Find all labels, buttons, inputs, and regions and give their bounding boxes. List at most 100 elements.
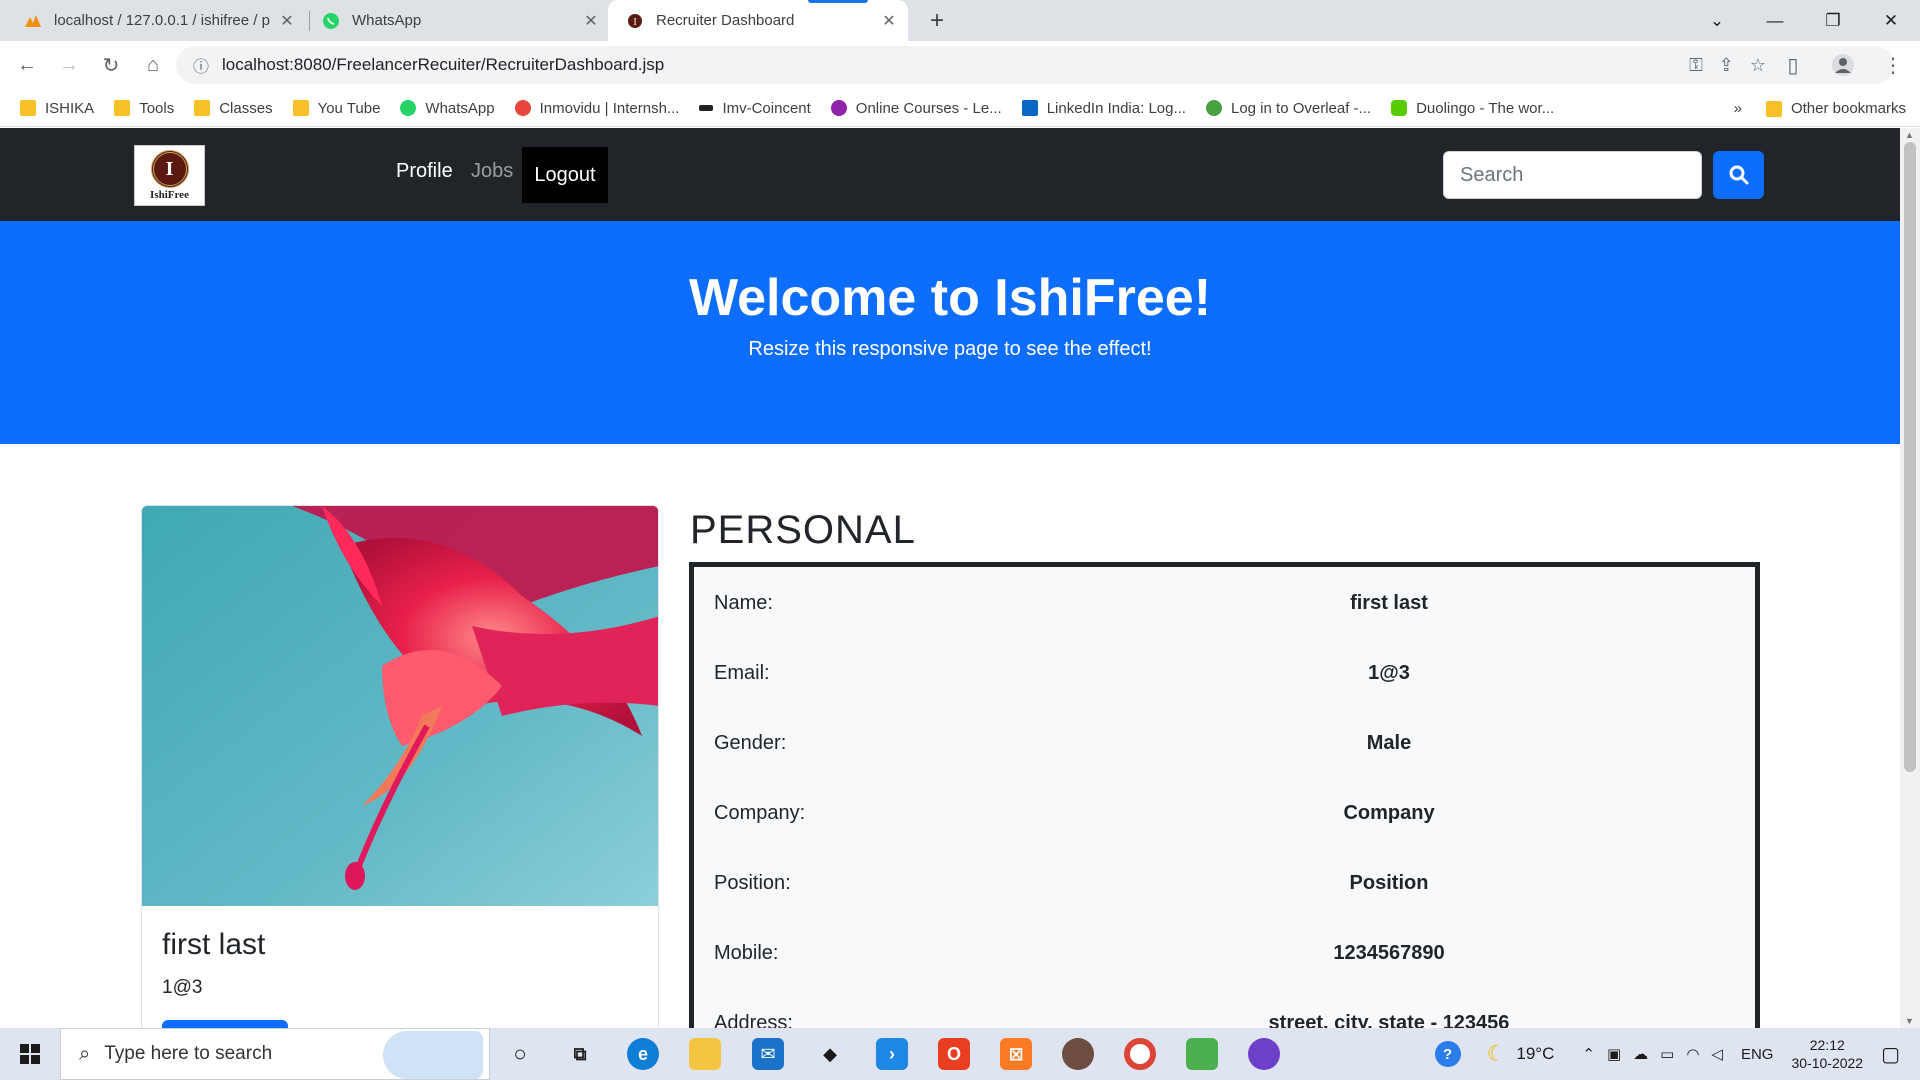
site-logo[interactable]: I IshiFree: [134, 145, 205, 206]
close-window-button[interactable]: ✕: [1862, 0, 1920, 41]
search-input[interactable]: [1443, 151, 1702, 199]
github-desktop-icon[interactable]: [1248, 1038, 1280, 1070]
tray-chevron-icon[interactable]: ⌃: [1582, 1045, 1595, 1063]
back-button[interactable]: ←: [8, 47, 46, 85]
bookmark-item[interactable]: Imv-Coincent: [699, 100, 811, 117]
search-button[interactable]: [1713, 151, 1764, 199]
info-value: Male: [1366, 731, 1412, 754]
start-button[interactable]: [0, 1028, 60, 1080]
powershell-icon[interactable]: ›: [876, 1038, 908, 1070]
bookmark-label: Tools: [139, 99, 175, 117]
bookmark-item[interactable]: LinkedIn India: Log...: [1021, 100, 1186, 117]
info-label: Address:: [714, 1011, 793, 1029]
page-scrollbar[interactable]: ▲ ▼: [1900, 128, 1920, 1028]
key-icon[interactable]: ⚿: [1689, 55, 1703, 76]
app-icon[interactable]: [1062, 1038, 1094, 1070]
phpmyadmin-icon: [24, 12, 42, 30]
overleaf-icon: [1205, 100, 1222, 116]
bookmark-item[interactable]: ISHIKA: [20, 100, 94, 117]
bookmark-item[interactable]: Log in to Overleaf -...: [1205, 100, 1371, 117]
browser-tab-strip: localhost / 127.0.0.1 / ishifree / p ✕ W…: [0, 0, 1920, 41]
tab-whatsapp[interactable]: WhatsApp ✕: [318, 0, 608, 41]
clock-date: 30-10-2022: [1791, 1055, 1864, 1071]
site-navbar: I IshiFree Profile Jobs Logout: [0, 128, 1900, 221]
nav-profile-link[interactable]: Profile: [396, 160, 453, 183]
scroll-up-icon[interactable]: ▲: [1905, 130, 1914, 140]
address-bar[interactable]: ⓘ localhost:8080/FreelancerRecuiter/Recr…: [176, 46, 1894, 84]
share-icon[interactable]: ⇪: [1719, 55, 1734, 76]
windows-icon: [20, 1044, 40, 1064]
bookmark-item[interactable]: Inmovidu | Internsh...: [514, 100, 679, 117]
bookmarks-overflow-button[interactable]: »: [1734, 100, 1742, 117]
task-view-icon[interactable]: ⧉: [564, 1038, 596, 1070]
close-icon[interactable]: ✕: [580, 10, 602, 32]
taskbar-search-box[interactable]: ⌕ Type here to search: [60, 1028, 490, 1080]
info-row-address: Address: street, city, state - 123456: [694, 988, 1755, 1029]
whatsapp-icon: [322, 12, 340, 30]
bookmark-star-icon[interactable]: ☆: [1750, 55, 1766, 76]
xampp-icon[interactable]: ⊠: [1000, 1038, 1032, 1070]
other-bookmarks[interactable]: Other bookmarks: [1765, 100, 1906, 117]
close-icon[interactable]: ✕: [276, 10, 298, 32]
site-info-icon[interactable]: ⓘ: [186, 53, 216, 77]
image-app-icon[interactable]: [1186, 1038, 1218, 1070]
cortana-icon[interactable]: ○: [504, 1038, 536, 1070]
volume-icon[interactable]: ◁: [1711, 1045, 1723, 1063]
edge-icon[interactable]: e: [627, 1038, 659, 1070]
profile-avatar-icon[interactable]: [1824, 46, 1862, 84]
close-icon[interactable]: ✕: [878, 10, 900, 32]
logo-seal: I: [150, 150, 189, 188]
minimize-button[interactable]: —: [1746, 0, 1804, 41]
new-tab-button[interactable]: +: [922, 6, 952, 36]
info-label: Mobile:: [714, 941, 779, 964]
clock[interactable]: 22:12 30-10-2022: [1791, 1036, 1863, 1072]
info-value: 1234567890: [1333, 941, 1445, 964]
menu-kebab-icon[interactable]: ⋮: [1874, 46, 1912, 84]
system-tray: ? ☾ 19°C ⌃ ▣ ☁ ▭ ◠ ◁ ENG 22:12 30-10-202…: [1434, 1028, 1920, 1080]
nav-jobs-link[interactable]: Jobs: [471, 160, 513, 183]
tab-phpmyadmin[interactable]: localhost / 127.0.0.1 / ishifree / p ✕: [14, 0, 304, 41]
tab-search-icon[interactable]: ⌄: [1688, 0, 1746, 41]
inmovidu-icon: [514, 100, 531, 116]
wifi-icon[interactable]: ◠: [1686, 1045, 1699, 1063]
file-explorer-icon[interactable]: [689, 1038, 721, 1070]
weather-temp[interactable]: 19°C: [1516, 1044, 1554, 1064]
scrollbar-thumb[interactable]: [1904, 142, 1916, 772]
bookmark-item[interactable]: Duolingo - The wor...: [1391, 100, 1554, 117]
info-value: Position: [1349, 871, 1429, 894]
bookmark-item[interactable]: You Tube: [292, 100, 380, 117]
battery-icon[interactable]: ▭: [1660, 1045, 1674, 1063]
help-icon[interactable]: ?: [1434, 1041, 1461, 1067]
search-highlight-art: [383, 1031, 483, 1079]
mail-icon[interactable]: ✉: [752, 1038, 784, 1070]
profile-action-button[interactable]: [162, 1020, 288, 1028]
home-button[interactable]: ⌂: [134, 47, 172, 85]
tab-recruiter-dashboard[interactable]: I Recruiter Dashboard ✕: [608, 0, 908, 41]
meet-icon[interactable]: ▣: [1607, 1045, 1621, 1063]
reload-button[interactable]: ↻: [92, 47, 130, 85]
bookmark-item[interactable]: Tools: [114, 100, 174, 117]
bookmark-item[interactable]: WhatsApp: [400, 100, 495, 117]
language-indicator[interactable]: ENG: [1741, 1046, 1774, 1063]
dropbox-icon[interactable]: ◆: [814, 1038, 846, 1070]
url-text[interactable]: localhost:8080/FreelancerRecuiter/Recrui…: [222, 55, 664, 75]
chrome-icon[interactable]: [1124, 1038, 1156, 1070]
office-icon[interactable]: O: [938, 1038, 970, 1070]
restore-button[interactable]: ❐: [1804, 0, 1862, 41]
onedrive-icon[interactable]: ☁: [1633, 1045, 1648, 1063]
info-value: Company: [1343, 801, 1435, 824]
side-panel-icon[interactable]: ▯: [1774, 46, 1812, 84]
weather-moon-icon[interactable]: ☾: [1487, 1041, 1507, 1067]
toolbar-right: ▯ ⋮: [1770, 46, 1912, 84]
hero-banner: Welcome to IshiFree! Resize this respons…: [0, 221, 1900, 444]
browser-toolbar: ← → ↻ ⌂ ⓘ localhost:8080/FreelancerRecui…: [0, 41, 1920, 90]
forward-button[interactable]: →: [50, 47, 88, 85]
bookmark-item[interactable]: Classes: [194, 100, 273, 117]
scroll-down-icon[interactable]: ▼: [1905, 1016, 1914, 1026]
loading-indicator: [808, 0, 868, 3]
notifications-icon[interactable]: ▢: [1881, 1042, 1900, 1067]
logout-button[interactable]: Logout: [522, 147, 608, 203]
info-label: Position:: [714, 871, 791, 894]
whatsapp-icon: [400, 100, 417, 116]
bookmark-item[interactable]: Online Courses - Le...: [830, 100, 1002, 117]
